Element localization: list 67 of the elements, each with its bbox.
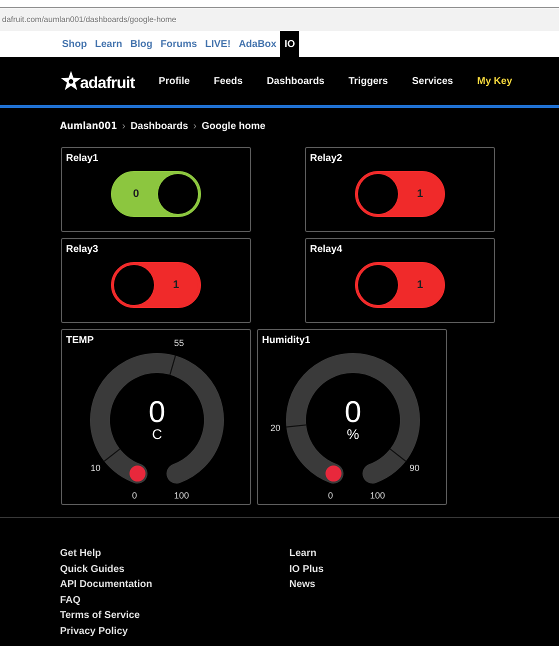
- breadcrumb-link[interactable]: Dashboards: [130, 118, 188, 134]
- breadcrumb-separator: ›: [193, 120, 197, 134]
- gauge-value: 0: [148, 396, 166, 429]
- breadcrumb-link[interactable]: Aumlan001: [60, 118, 118, 134]
- header-nav-link[interactable]: Dashboards: [266, 74, 324, 88]
- tick-label: 10: [90, 463, 101, 474]
- tick-mark: [169, 355, 176, 375]
- star-logo-icon: [60, 70, 82, 92]
- toggle-knob: [114, 265, 154, 305]
- breadcrumb-link[interactable]: Google home: [202, 118, 266, 134]
- tick-label: 100: [174, 490, 190, 500]
- footer-link[interactable]: Learn: [289, 546, 324, 562]
- site-nav-link[interactable]: AdaBox: [234, 31, 280, 57]
- card-title: Humidity1: [262, 334, 310, 348]
- toggle-knob: [358, 265, 398, 305]
- card-title: Relay2: [310, 152, 344, 166]
- header-nav-link[interactable]: My Key: [477, 74, 512, 88]
- footer-link[interactable]: Get Help: [60, 546, 152, 562]
- gauge-value: 0: [344, 396, 362, 429]
- toggle-switch[interactable]: 0: [111, 171, 201, 217]
- site-nav-link[interactable]: IO: [280, 31, 300, 57]
- tick-label: 100: [370, 490, 386, 500]
- toggle-switch[interactable]: 1: [355, 262, 445, 308]
- toggle-value: 1: [416, 186, 424, 202]
- toggle-switch[interactable]: 1: [111, 262, 201, 308]
- toggle-value: 0: [132, 186, 140, 202]
- site-nav-link[interactable]: Blog: [126, 31, 156, 57]
- site-nav-link[interactable]: Learn: [91, 31, 126, 57]
- logo-text: adafruit: [80, 76, 135, 92]
- gauge-indicator: [326, 466, 342, 482]
- header-nav-link[interactable]: Profile: [158, 74, 190, 88]
- toggle-switch[interactable]: 1: [355, 171, 445, 217]
- tick-label: 20: [270, 423, 280, 434]
- tick-mark: [286, 424, 306, 428]
- card-title: TEMP: [66, 334, 94, 348]
- tick-label: 0: [132, 490, 137, 500]
- footer-link[interactable]: IO Plus: [289, 562, 324, 577]
- card-title: Relay4: [310, 243, 344, 257]
- footer-link[interactable]: FAQ: [60, 592, 152, 608]
- toggle-value: 1: [416, 278, 424, 293]
- card-title: Relay3: [66, 243, 100, 257]
- header-nav-link[interactable]: Triggers: [348, 74, 388, 88]
- footer-link[interactable]: News: [289, 577, 324, 592]
- gauge-unit: %: [346, 426, 360, 442]
- footer-link[interactable]: Terms of Service: [60, 608, 152, 624]
- tick-mark: [390, 448, 406, 462]
- footer-link[interactable]: Quick Guides: [60, 562, 152, 577]
- header-nav-link[interactable]: Services: [412, 74, 454, 88]
- site-nav-link[interactable]: Shop: [58, 31, 91, 57]
- footer-link[interactable]: Privacy Policy: [60, 624, 152, 639]
- gauge-indicator: [130, 466, 146, 482]
- address-bar[interactable]: dafruit.com/aumlan001/dashboards/google-home: [0, 8, 559, 31]
- url-text: dafruit.com/aumlan001/dashboards/google-home: [2, 14, 176, 26]
- gauge-unit: C: [152, 426, 162, 442]
- card-title: Relay1: [66, 152, 100, 166]
- toggle-value: 1: [172, 278, 180, 293]
- tick-label: 90: [409, 463, 420, 474]
- tick-label: 55: [174, 338, 184, 348]
- toggle-knob: [158, 174, 198, 214]
- header-nav-link[interactable]: Feeds: [214, 74, 243, 88]
- site-nav-link[interactable]: LIVE!: [201, 31, 235, 57]
- breadcrumb-separator: ›: [122, 120, 126, 134]
- tick-mark: [104, 448, 120, 462]
- toggle-knob: [358, 174, 398, 214]
- footer-link[interactable]: API Documentation: [60, 577, 152, 592]
- site-nav-link[interactable]: Forums: [156, 31, 202, 57]
- tick-label: 0: [328, 490, 333, 500]
